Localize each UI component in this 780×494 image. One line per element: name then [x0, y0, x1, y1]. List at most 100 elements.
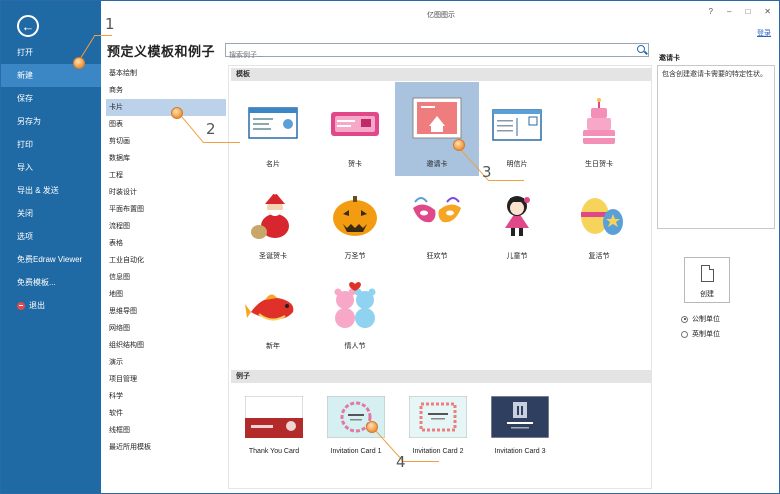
backstage-item-free-viewer[interactable]: 免费Edraw Viewer — [1, 248, 101, 271]
template-label: 万圣节 — [344, 253, 366, 260]
category-item[interactable]: 软件 — [106, 405, 226, 422]
category-item[interactable]: 组织结构图 — [106, 337, 226, 354]
metric-units-label: 公制单位 — [692, 316, 720, 323]
example-invitation-card-3[interactable]: Invitation Card 3 — [483, 392, 557, 464]
backstage-item-import[interactable]: 导入 — [1, 156, 101, 179]
templates-section-header: 模板 — [231, 68, 651, 81]
example-label: Invitation Card 2 — [412, 448, 464, 455]
category-item[interactable]: 时装设计 — [106, 184, 226, 201]
callout-marker — [366, 421, 378, 433]
create-button[interactable]: 创建 — [684, 257, 730, 303]
category-item[interactable]: 科学 — [106, 388, 226, 405]
preview-title: 邀请卡 — [659, 55, 680, 62]
example-invitation-card-1[interactable]: Invitation Card 1 — [319, 392, 393, 464]
teddy-bears-icon — [334, 282, 376, 328]
create-label: 创建 — [700, 291, 714, 298]
backstage-item-open[interactable]: 打开 — [1, 41, 101, 64]
back-arrow-icon[interactable]: ← — [17, 15, 39, 37]
invitation-card-2-thumbnail — [409, 396, 467, 438]
backstage-item-save[interactable]: 保存 — [1, 87, 101, 110]
imperial-units-label: 英制单位 — [692, 331, 720, 338]
page-title: 预定义模板和例子 — [107, 44, 216, 59]
backstage-item-free-templates[interactable]: 免费模板... — [1, 271, 101, 294]
template-easter[interactable]: 复活节 — [559, 176, 639, 266]
callout-marker — [453, 139, 465, 151]
thank-you-card-thumbnail — [245, 396, 303, 438]
category-item[interactable]: 工程 — [106, 167, 226, 184]
template-label: 复活节 — [588, 253, 610, 260]
search-box — [225, 43, 649, 62]
template-label: 新年 — [266, 343, 280, 350]
backstage-item-exit[interactable]: 退出 — [1, 294, 101, 317]
template-label: 狂欢节 — [426, 253, 448, 260]
template-postcard[interactable]: 明信片 — [477, 84, 557, 174]
category-item[interactable]: 思维导图 — [106, 303, 226, 320]
preview-description: 包含创建邀请卡需要的特定性状。 — [657, 65, 775, 229]
search-input[interactable] — [226, 49, 626, 62]
template-childrens-day[interactable]: 儿童节 — [477, 176, 557, 266]
koi-fish-icon — [245, 294, 294, 321]
template-label: 贺卡 — [348, 161, 362, 168]
backstage-item-close[interactable]: 关闭 — [1, 202, 101, 225]
carnival-mask-icon — [413, 197, 461, 223]
close-icon[interactable]: ✕ — [764, 7, 771, 16]
template-gallery: 模板 名片 贺卡 邀请卡 明信片 生日贺卡 圣诞贺卡 万圣节 狂欢节 儿童节 复… — [228, 65, 652, 489]
backstage-item-new[interactable]: 新建 — [1, 64, 101, 87]
callout-number-2: 2 — [206, 120, 216, 138]
callout-line — [204, 142, 240, 143]
category-item[interactable]: 网络图 — [106, 320, 226, 337]
backstage-item-options[interactable]: 选项 — [1, 225, 101, 248]
callout-number-1: 1 — [105, 15, 115, 33]
login-link[interactable]: 登录 — [757, 28, 771, 38]
backstage-item-export-send[interactable]: 导出 & 发送 — [1, 179, 101, 202]
example-thank-you-card[interactable]: Thank You Card — [237, 392, 311, 464]
template-business-card[interactable]: 名片 — [233, 84, 313, 174]
maximize-icon[interactable]: □ — [745, 7, 750, 16]
category-item[interactable]: 信息图 — [106, 269, 226, 286]
category-item[interactable]: 地图 — [106, 286, 226, 303]
callout-line — [488, 180, 524, 181]
callout-line — [403, 461, 439, 462]
window-controls: ? – □ ✕ — [709, 7, 771, 16]
template-label: 情人节 — [344, 343, 366, 350]
template-halloween[interactable]: 万圣节 — [315, 176, 395, 266]
template-new-year[interactable]: 新年 — [233, 266, 313, 356]
category-item-selected[interactable]: 卡片 — [106, 99, 226, 116]
template-greeting-card[interactable]: 贺卡 — [315, 84, 395, 174]
greeting-card-icon — [331, 112, 379, 136]
category-item[interactable]: 线框图 — [106, 422, 226, 439]
template-birthday-card[interactable]: 生日贺卡 — [559, 84, 639, 174]
category-item[interactable]: 演示 — [106, 354, 226, 371]
template-christmas-card[interactable]: 圣诞贺卡 — [233, 176, 313, 266]
new-document-icon — [701, 265, 714, 282]
category-item[interactable]: 数据库 — [106, 150, 226, 167]
category-item[interactable]: 最近所用模板 — [106, 439, 226, 456]
backstage-item-save-as[interactable]: 另存为 — [1, 110, 101, 133]
category-item[interactable]: 基本绘制 — [106, 65, 226, 82]
category-item[interactable]: 商务 — [106, 82, 226, 99]
help-icon[interactable]: ? — [709, 7, 713, 16]
imperial-units-option[interactable]: 英制单位 — [681, 329, 720, 339]
callout-line — [94, 35, 112, 36]
metric-units-radio[interactable] — [681, 315, 688, 323]
example-invitation-card-2[interactable]: Invitation Card 2 — [401, 392, 475, 464]
template-label: 邀请卡 — [426, 161, 448, 168]
template-valentines-day[interactable]: 情人节 — [315, 266, 395, 356]
backstage-item-print[interactable]: 打印 — [1, 133, 101, 156]
metric-units-option[interactable]: 公制单位 — [681, 314, 720, 324]
category-item[interactable]: 表格 — [106, 235, 226, 252]
search-icon[interactable] — [637, 45, 645, 53]
category-item[interactable]: 平面布置图 — [106, 201, 226, 218]
callout-number-4: 4 — [396, 453, 406, 471]
callout-marker — [73, 57, 85, 69]
category-item[interactable]: 工业自动化 — [106, 252, 226, 269]
template-carnival[interactable]: 狂欢节 — [397, 176, 477, 266]
minimize-icon[interactable]: – — [727, 7, 731, 16]
postcard-icon — [492, 109, 542, 141]
category-item[interactable]: 流程图 — [106, 218, 226, 235]
easter-egg-icon — [581, 198, 623, 235]
exit-icon — [17, 301, 25, 310]
imperial-units-radio[interactable] — [681, 330, 688, 338]
template-invitation-card-selected[interactable]: 邀请卡 — [395, 82, 479, 176]
category-item[interactable]: 项目管理 — [106, 371, 226, 388]
